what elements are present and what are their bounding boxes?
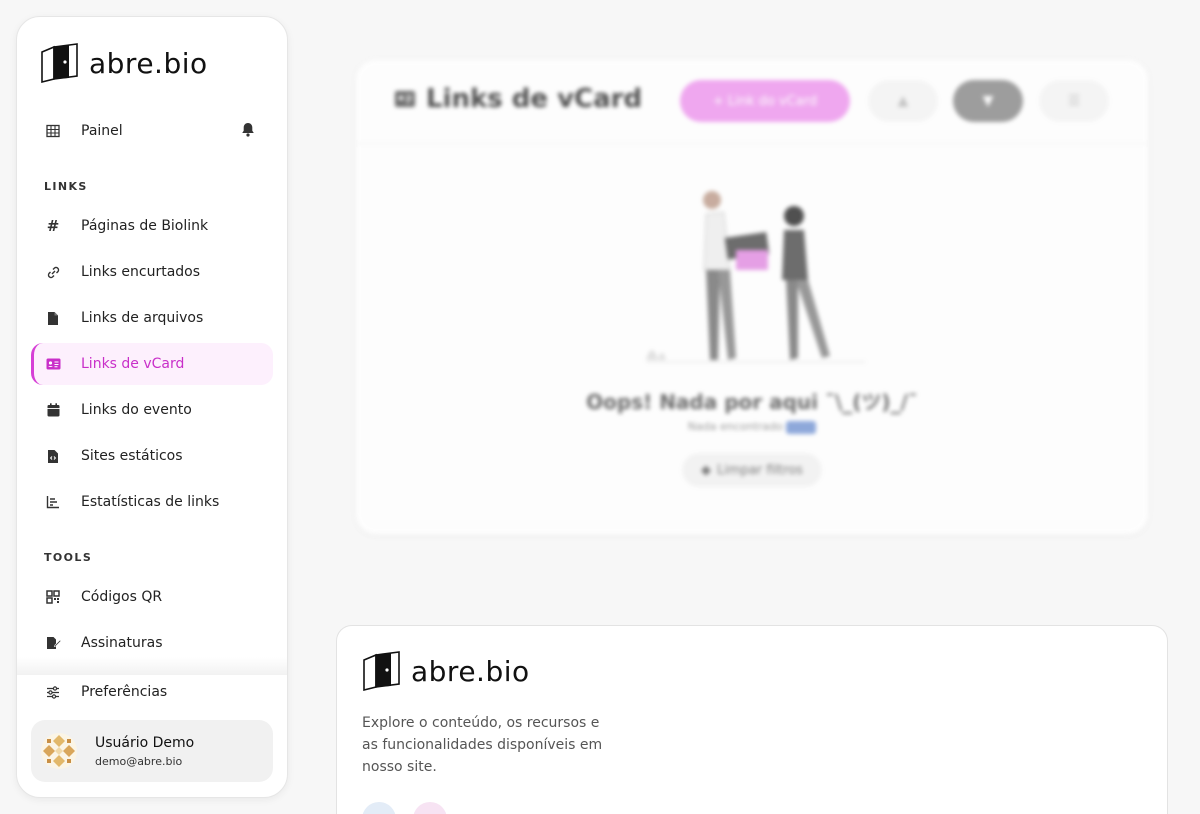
sidebar-item-label: Sites estáticos bbox=[81, 448, 183, 464]
vcard-links-panel: Links de vCard + Link do vCard ▲ ▼ ☰ Oop… bbox=[356, 60, 1148, 534]
id-card-icon bbox=[45, 356, 61, 372]
list-icon: ☰ bbox=[1067, 93, 1081, 109]
download-icon: ▲ bbox=[897, 93, 909, 109]
sidebar-item-label: Preferências bbox=[81, 684, 168, 700]
sidebar-item-vcard-links[interactable]: Links de vCard bbox=[31, 343, 273, 385]
footer-description: Explore o conteúdo, os recursos e as fun… bbox=[362, 715, 603, 775]
empty-state-illustration bbox=[646, 191, 866, 363]
social-link-2[interactable] bbox=[413, 802, 447, 814]
user-info: Usuário Demo demo@abre.bio bbox=[95, 735, 194, 768]
footer-card: abre.bio Explore o conteúdo, os recursos… bbox=[336, 625, 1168, 814]
bulk-actions-button[interactable]: ☰ bbox=[1039, 80, 1109, 122]
sidebar-item-label: Painel bbox=[81, 123, 123, 139]
sidebar: abre.bio Painel LINKS # Páginas de Bioli… bbox=[16, 16, 288, 798]
table-icon bbox=[45, 123, 61, 139]
sidebar-item-label: Assinaturas bbox=[81, 635, 163, 651]
file-icon bbox=[45, 310, 61, 326]
sidebar-item-static-sites[interactable]: Sites estáticos bbox=[31, 435, 273, 477]
clear-filters-label: Limpar filtros bbox=[717, 462, 803, 478]
empty-state-subtitle-text: Nada encontrado bbox=[687, 420, 783, 433]
sidebar-item-link-stats[interactable]: Estatísticas de links bbox=[31, 481, 273, 523]
calendar-icon bbox=[45, 402, 61, 418]
user-name: Usuário Demo bbox=[95, 734, 195, 751]
file-code-icon bbox=[45, 448, 61, 464]
social-link-1[interactable] bbox=[362, 802, 396, 814]
filter-button[interactable]: ▼ bbox=[953, 80, 1023, 122]
sidebar-item-label: Links do evento bbox=[81, 402, 192, 418]
sidebar-item-label: Estatísticas de links bbox=[81, 494, 220, 510]
empty-state-title: Oops! Nada por aqui ¯\_(ツ)_/¯ bbox=[586, 390, 918, 414]
export-button[interactable]: ▲ bbox=[868, 80, 938, 122]
page-title-text: Links de vCard bbox=[426, 84, 643, 114]
section-label-tools: TOOLS bbox=[44, 551, 93, 564]
sidebar-item-preferences[interactable]: Preferências bbox=[31, 671, 273, 713]
sidebar-item-qr-codes[interactable]: Códigos QR bbox=[31, 576, 273, 618]
panel-header: Links de vCard + Link do vCard ▲ ▼ ☰ bbox=[356, 60, 1148, 144]
id-card-icon bbox=[395, 91, 415, 107]
hash-icon: # bbox=[46, 217, 60, 235]
brand-logo[interactable]: abre.bio bbox=[39, 42, 208, 84]
footer-brand-logo[interactable]: abre.bio bbox=[361, 650, 530, 692]
sidebar-item-short-links[interactable]: Links encurtados bbox=[31, 251, 273, 293]
sidebar-item-label: Códigos QR bbox=[81, 589, 163, 605]
sidebar-item-biolink[interactable]: # Páginas de Biolink bbox=[31, 205, 273, 247]
sidebar-item-event-links[interactable]: Links do evento bbox=[31, 389, 273, 431]
user-email: demo@abre.bio bbox=[95, 754, 183, 768]
clear-filters-button[interactable]: ◆ Limpar filtros bbox=[682, 453, 822, 487]
signature-icon bbox=[45, 635, 61, 651]
door-logo-icon bbox=[41, 43, 78, 84]
chart-icon bbox=[45, 494, 61, 510]
user-card[interactable]: Usuário Demo demo@abre.bio bbox=[31, 720, 273, 782]
qr-icon bbox=[45, 589, 61, 605]
eraser-icon: ◆ bbox=[701, 462, 712, 478]
footer-brand-name: abre.bio bbox=[411, 654, 530, 688]
sliders-icon bbox=[45, 684, 61, 700]
section-label-links: LINKS bbox=[44, 180, 88, 193]
sidebar-item-file-links[interactable]: Links de arquivos bbox=[31, 297, 273, 339]
door-logo-icon bbox=[363, 651, 400, 692]
search-query-badge: ⠀⠀⠀ bbox=[786, 421, 817, 434]
filter-icon: ▼ bbox=[982, 93, 994, 109]
sidebar-item-dashboard[interactable]: Painel bbox=[31, 110, 273, 152]
page-title: Links de vCard bbox=[394, 84, 642, 114]
avatar bbox=[41, 733, 77, 769]
link-icon bbox=[45, 264, 61, 280]
empty-state-subtitle: Nada encontrado ⠀⠀⠀ bbox=[356, 420, 1148, 434]
create-vcard-button[interactable]: + Link do vCard bbox=[680, 80, 850, 122]
sidebar-item-label: Links de arquivos bbox=[81, 310, 204, 326]
sidebar-item-label: Links de vCard bbox=[81, 356, 185, 372]
bell-icon[interactable] bbox=[241, 122, 255, 141]
sidebar-item-label: Links encurtados bbox=[81, 264, 201, 280]
sidebar-item-label: Páginas de Biolink bbox=[81, 218, 209, 234]
brand-name: abre.bio bbox=[89, 46, 208, 80]
